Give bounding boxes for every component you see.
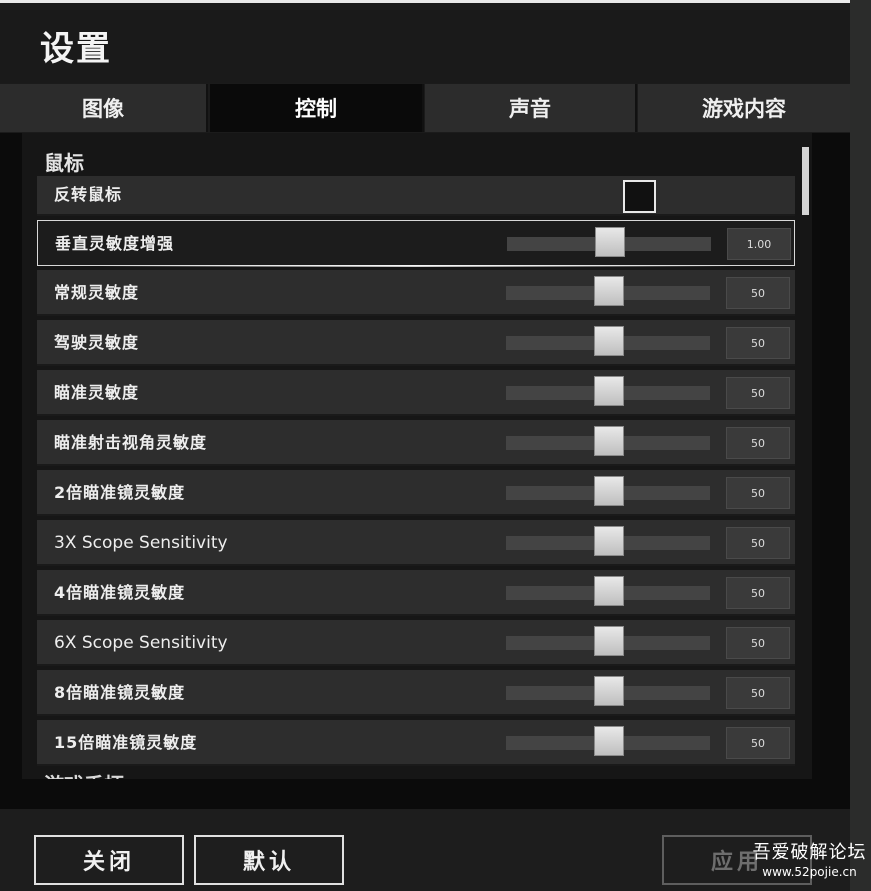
tab-controls-label: 控制 bbox=[295, 97, 337, 121]
settings-tabs: 图像 控制 声音 游戏内容 bbox=[0, 84, 850, 132]
invert-mouse-row: 反转鼠标 bbox=[37, 176, 795, 216]
slider-row: 瞄准射击视角灵敏度 50 bbox=[37, 420, 795, 466]
slider-handle[interactable] bbox=[594, 676, 624, 706]
slider-row: 8倍瞄准镜灵敏度 50 bbox=[37, 670, 795, 716]
watermark-url: www.52pojie.cn bbox=[762, 865, 857, 879]
invert-mouse-checkbox[interactable] bbox=[623, 180, 656, 213]
slider-value-input[interactable]: 50 bbox=[726, 527, 790, 559]
slider-label: 驾驶灵敏度 bbox=[54, 333, 140, 352]
slider-row: 3X Scope Sensitivity 50 bbox=[37, 520, 795, 566]
tab-sound[interactable]: 声音 bbox=[425, 84, 637, 132]
slider-label: 瞄准射击视角灵敏度 bbox=[54, 433, 208, 452]
slider-row: 垂直灵敏度增强 1.00 bbox=[37, 220, 795, 267]
slider-value-input[interactable]: 50 bbox=[726, 577, 790, 609]
scrollbar-thumb[interactable] bbox=[802, 147, 809, 215]
tab-graphics[interactable]: 图像 bbox=[0, 84, 208, 132]
invert-mouse-label: 反转鼠标 bbox=[54, 185, 123, 204]
slider-handle[interactable] bbox=[595, 227, 625, 257]
slider-label: 常规灵敏度 bbox=[54, 283, 140, 302]
slider-handle[interactable] bbox=[594, 326, 624, 356]
section-title-mouse: 鼠标 bbox=[44, 151, 84, 175]
slider-value-input[interactable]: 50 bbox=[726, 377, 790, 409]
slider-value-input[interactable]: 50 bbox=[726, 677, 790, 709]
close-button[interactable]: 关闭 bbox=[34, 835, 184, 885]
slider-row: 6X Scope Sensitivity 50 bbox=[37, 620, 795, 666]
slider-handle[interactable] bbox=[594, 726, 624, 756]
slider-handle[interactable] bbox=[594, 626, 624, 656]
slider-label: 6X Scope Sensitivity bbox=[54, 633, 228, 653]
slider-value-input[interactable]: 50 bbox=[726, 477, 790, 509]
focus-glow bbox=[98, 265, 734, 267]
slider-handle[interactable] bbox=[594, 276, 624, 306]
slider-handle[interactable] bbox=[594, 376, 624, 406]
slider-value-input[interactable]: 50 bbox=[726, 327, 790, 359]
slider-handle[interactable] bbox=[594, 576, 624, 606]
slider-row: 2倍瞄准镜灵敏度 50 bbox=[37, 470, 795, 516]
slider-value-input[interactable]: 50 bbox=[726, 627, 790, 659]
slider-label: 2倍瞄准镜灵敏度 bbox=[54, 483, 186, 502]
tab-gameplay[interactable]: 游戏内容 bbox=[638, 84, 850, 132]
slider-value-input[interactable]: 50 bbox=[726, 427, 790, 459]
section-title-gamepad: 游戏手柄 bbox=[44, 770, 124, 779]
slider-handle[interactable] bbox=[594, 426, 624, 456]
slider-label: 8倍瞄准镜灵敏度 bbox=[54, 683, 186, 702]
slider-label: 瞄准灵敏度 bbox=[54, 383, 140, 402]
tab-gameplay-label: 游戏内容 bbox=[702, 97, 786, 121]
slider-value-input[interactable]: 50 bbox=[726, 277, 790, 309]
window-edge bbox=[850, 0, 871, 891]
slider-row: 4倍瞄准镜灵敏度 50 bbox=[37, 570, 795, 616]
watermark: 吾爱破解论坛 www.52pojie.cn bbox=[748, 842, 871, 880]
tab-sound-label: 声音 bbox=[509, 97, 551, 121]
page-title: 设置 bbox=[40, 29, 112, 69]
slider-handle[interactable] bbox=[594, 526, 624, 556]
slider-handle[interactable] bbox=[594, 476, 624, 506]
slider-label: 15倍瞄准镜灵敏度 bbox=[54, 733, 198, 752]
slider-row: 15倍瞄准镜灵敏度 50 bbox=[37, 720, 795, 766]
slider-value-input[interactable]: 1.00 bbox=[727, 228, 791, 260]
settings-header: 设置 bbox=[0, 3, 850, 83]
slider-row: 常规灵敏度 50 bbox=[37, 270, 795, 316]
slider-label: 4倍瞄准镜灵敏度 bbox=[54, 583, 186, 602]
tab-graphics-label: 图像 bbox=[82, 97, 124, 121]
default-button[interactable]: 默认 bbox=[194, 835, 344, 885]
slider-row: 瞄准灵敏度 50 bbox=[37, 370, 795, 416]
slider-label: 垂直灵敏度增强 bbox=[55, 234, 175, 253]
tab-controls[interactable]: 控制 bbox=[210, 84, 424, 132]
slider-value-input[interactable]: 50 bbox=[726, 727, 790, 759]
slider-row: 驾驶灵敏度 50 bbox=[37, 320, 795, 366]
slider-label: 3X Scope Sensitivity bbox=[54, 533, 228, 553]
watermark-text: 吾爱破解论坛 bbox=[752, 842, 867, 863]
